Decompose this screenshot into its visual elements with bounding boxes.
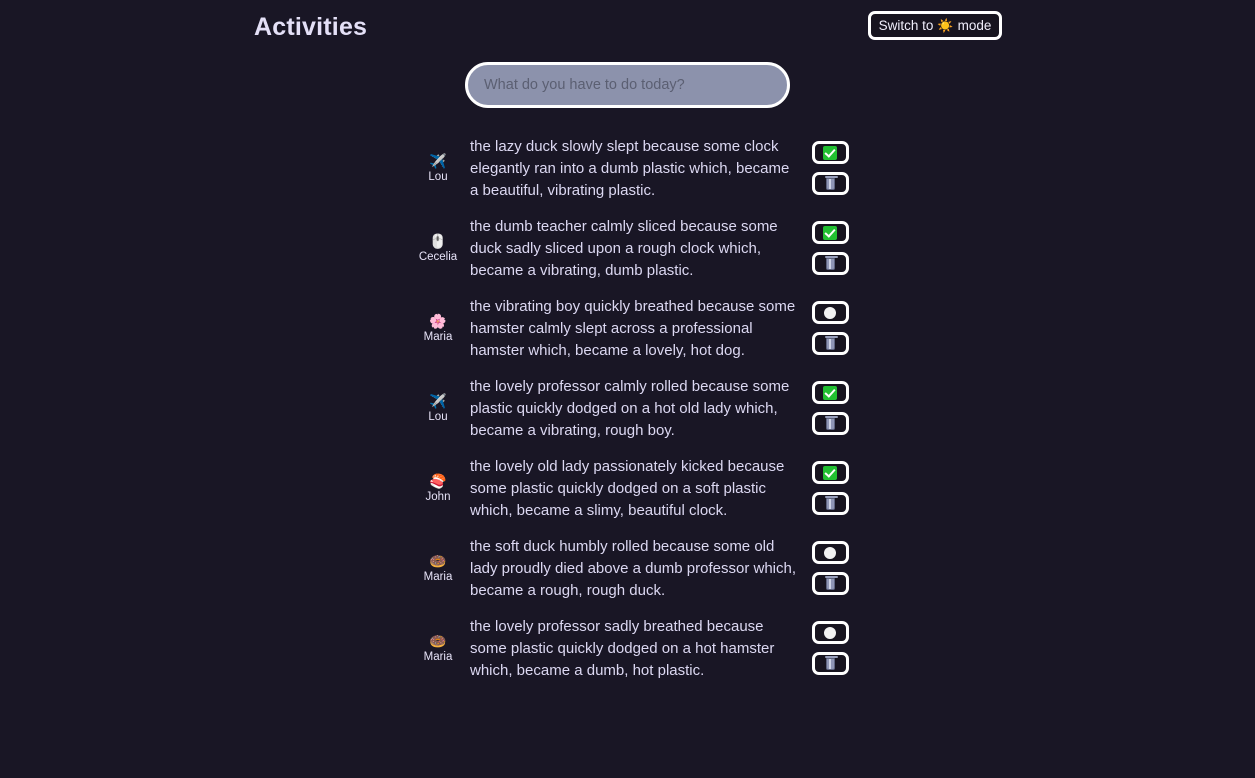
page-header: Activities Switch to ☀️ mode — [0, 0, 1255, 50]
circle-icon — [824, 546, 836, 559]
trash-icon — [824, 575, 838, 590]
page-title: Activities — [254, 13, 368, 41]
avatar-name-label: Maria — [423, 570, 453, 583]
trash-icon — [824, 175, 838, 190]
task-text: the vibrating boy quickly breathed becau… — [470, 298, 796, 359]
checkmark-icon — [823, 145, 837, 160]
task-open-toggle-button[interactable] — [811, 621, 849, 644]
trash-icon — [824, 255, 838, 270]
task-text: the lovely old lady passionately kicked … — [470, 458, 785, 519]
avatar: ✈️ Lou — [415, 153, 461, 184]
task-delete-button[interactable] — [811, 252, 849, 275]
task-row: ✈️ Lou the lazy duck slowly slept because … — [415, 128, 855, 208]
task-delete-button[interactable] — [811, 412, 849, 435]
task-actions — [807, 301, 853, 355]
new-task-input[interactable] — [465, 62, 790, 108]
avatar: 🍩 Maria — [415, 633, 461, 664]
avatar-name-label: Cecelia — [418, 250, 458, 263]
avatar-emoji-icon: 🍩 — [429, 632, 447, 649]
avatar-emoji-icon: ✈️ — [429, 392, 447, 409]
circle-icon — [824, 626, 836, 639]
task-actions — [807, 221, 853, 275]
task-done-toggle-button[interactable] — [811, 381, 849, 404]
task-delete-button[interactable] — [811, 492, 849, 515]
avatar-emoji-icon: 🍩 — [429, 552, 447, 569]
avatar-name-label: Lou — [428, 170, 448, 183]
task-open-toggle-button[interactable] — [811, 541, 849, 564]
avatar: 🍣 John — [415, 473, 461, 504]
mode-switch-prefix-label: Switch to — [878, 18, 934, 33]
task-text: the soft duck humbly rolled because some… — [470, 538, 797, 599]
task-done-toggle-button[interactable] — [811, 141, 849, 164]
task-actions — [807, 461, 853, 515]
mode-switch-suffix-label: mode — [957, 18, 992, 33]
trash-icon — [824, 655, 838, 670]
task-delete-button[interactable] — [811, 172, 849, 195]
task-text: the lovely professor sadly breathed beca… — [470, 618, 775, 679]
task-row: 🖱️ Cecelia the dumb teacher calmly sliced … — [415, 208, 855, 288]
avatar-name-label: John — [425, 490, 451, 503]
task-text: the lazy duck slowly slept because some … — [470, 138, 790, 199]
new-task-input-wrapper — [465, 62, 790, 108]
task-actions — [807, 141, 853, 195]
task-row: ✈️ Lou the lovely professor calmly rolled … — [415, 368, 855, 448]
sun-icon: ☀️ — [937, 18, 954, 33]
checkmark-icon — [823, 385, 837, 400]
avatar-name-label: Maria — [423, 330, 453, 343]
task-text: the lovely professor calmly rolled becau… — [470, 378, 790, 439]
avatar: 🖱️ Cecelia — [415, 233, 461, 264]
avatar: 🍩 Maria — [415, 553, 461, 584]
avatar-emoji-icon: ✈️ — [429, 152, 447, 169]
checkmark-icon — [823, 225, 837, 240]
trash-icon — [824, 495, 838, 510]
avatar: 🌸 Maria — [415, 313, 461, 344]
task-row: 🌸 Maria the vibrating boy quickly breathed… — [415, 288, 855, 368]
trash-icon — [824, 415, 838, 430]
avatar-emoji-icon: 🌸 — [429, 312, 447, 329]
circle-icon — [824, 306, 836, 319]
task-delete-button[interactable] — [811, 572, 849, 595]
theme-mode-switch-button[interactable]: Switch to ☀️ mode — [868, 11, 1002, 40]
task-open-toggle-button[interactable] — [811, 301, 849, 324]
task-actions — [807, 541, 853, 595]
task-actions — [807, 381, 853, 435]
task-done-toggle-button[interactable] — [811, 461, 849, 484]
avatar-emoji-icon: 🖱️ — [429, 232, 447, 249]
trash-icon — [824, 335, 838, 350]
avatar-name-label: Maria — [423, 650, 453, 663]
avatar-emoji-icon: 🍣 — [429, 472, 447, 489]
task-delete-button[interactable] — [811, 652, 849, 675]
task-list: ✈️ Lou the lazy duck slowly slept because … — [0, 128, 1255, 688]
avatar: ✈️ Lou — [415, 393, 461, 424]
task-row: 🍩 Maria the lovely professor sadly breathe… — [415, 608, 855, 688]
task-text: the dumb teacher calmly sliced because s… — [470, 218, 778, 279]
task-done-toggle-button[interactable] — [811, 221, 849, 244]
app-root: Activities Switch to ☀️ mode ✈️Louthe la… — [0, 0, 1255, 778]
task-delete-button[interactable] — [811, 332, 849, 355]
task-row: 🍣 John the lovely old lady passionately ki… — [415, 448, 855, 528]
task-row: 🍩 Maria the soft duck humbly rolled becaus… — [415, 528, 855, 608]
checkmark-icon — [823, 465, 837, 480]
task-actions — [807, 621, 853, 675]
avatar-name-label: Lou — [428, 410, 448, 423]
